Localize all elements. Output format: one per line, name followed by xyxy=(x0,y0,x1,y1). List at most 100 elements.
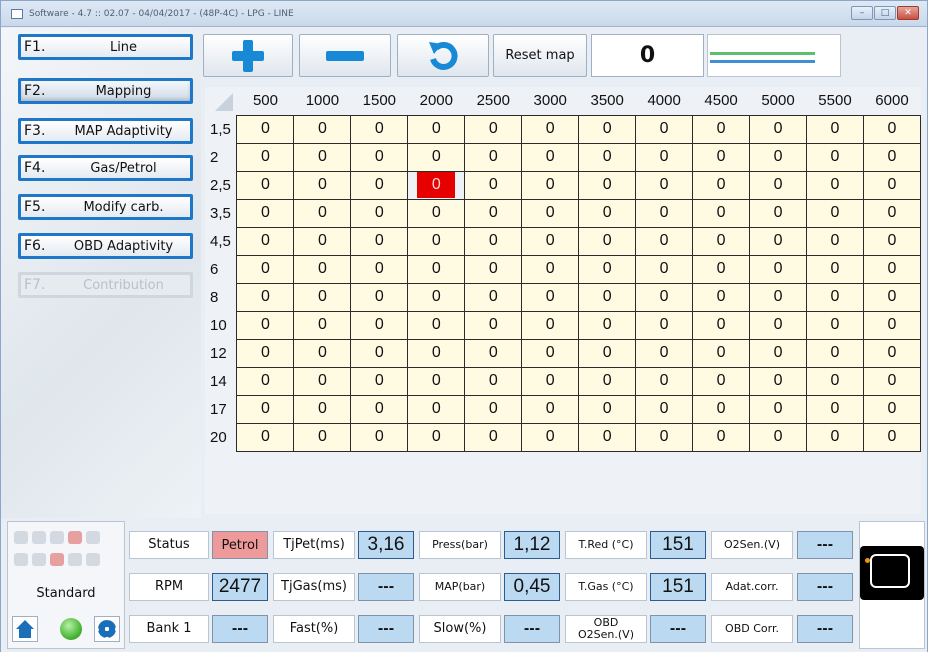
map-cell[interactable]: 0 xyxy=(407,338,466,368)
map-cell[interactable]: 0 xyxy=(692,338,751,368)
map-cell[interactable]: 0 xyxy=(350,198,409,228)
map-cell[interactable]: 0 xyxy=(862,198,922,228)
map-cell[interactable]: 0 xyxy=(464,254,523,284)
map-cell[interactable]: 0 xyxy=(635,366,694,396)
map-cell[interactable]: 0 xyxy=(521,310,580,340)
map-cell[interactable]: 0 xyxy=(293,254,352,284)
map-cell[interactable]: 0 xyxy=(635,338,694,368)
map-cell[interactable]: 0 xyxy=(749,170,808,200)
map-cell[interactable]: 0 xyxy=(692,282,751,312)
map-cell[interactable]: 0 xyxy=(806,226,864,256)
map-cell[interactable]: 0 xyxy=(862,422,922,452)
map-cell[interactable]: 0 xyxy=(350,310,409,340)
map-cell-selected[interactable]: 0 xyxy=(407,170,466,200)
menu-f4-gas-petrol[interactable]: F4. Gas/Petrol xyxy=(18,155,193,181)
map-cell[interactable]: 0 xyxy=(635,254,694,284)
map-cell[interactable]: 0 xyxy=(293,114,352,144)
map-cell[interactable]: 0 xyxy=(635,282,694,312)
map-cell[interactable]: 0 xyxy=(521,422,580,452)
map-cell[interactable]: 0 xyxy=(635,422,694,452)
map-cell[interactable]: 0 xyxy=(862,142,922,172)
map-cell[interactable]: 0 xyxy=(464,338,523,368)
map-cell[interactable]: 0 xyxy=(806,142,864,172)
map-cell[interactable]: 0 xyxy=(464,142,523,172)
map-cell[interactable]: 0 xyxy=(236,142,295,172)
menu-f1-line[interactable]: F1. Line xyxy=(18,34,193,60)
map-cell[interactable]: 0 xyxy=(806,170,864,200)
increment-button[interactable] xyxy=(203,34,293,77)
map-cell[interactable]: 0 xyxy=(293,226,352,256)
map-cell[interactable]: 0 xyxy=(236,170,295,200)
map-cell[interactable]: 0 xyxy=(293,394,352,424)
map-cell[interactable]: 0 xyxy=(350,422,409,452)
map-cell[interactable]: 0 xyxy=(635,198,694,228)
map-cell[interactable]: 0 xyxy=(749,422,808,452)
map-cell[interactable]: 0 xyxy=(293,366,352,396)
map-cell[interactable]: 0 xyxy=(350,114,409,144)
map-cell[interactable]: 0 xyxy=(350,338,409,368)
map-cell[interactable]: 0 xyxy=(635,142,694,172)
map-cell[interactable]: 0 xyxy=(293,422,352,452)
map-cell[interactable]: 0 xyxy=(236,338,295,368)
map-cell[interactable]: 0 xyxy=(578,310,637,340)
map-cell[interactable]: 0 xyxy=(635,114,694,144)
map-cell[interactable]: 0 xyxy=(578,422,637,452)
reset-map-button[interactable]: Reset map xyxy=(493,34,587,77)
map-cell[interactable]: 0 xyxy=(521,142,580,172)
map-cell[interactable]: 0 xyxy=(635,226,694,256)
map-cell[interactable]: 0 xyxy=(862,366,922,396)
map-cell[interactable]: 0 xyxy=(293,310,352,340)
map-cell[interactable]: 0 xyxy=(350,170,409,200)
map-cell[interactable]: 0 xyxy=(293,282,352,312)
map-cell[interactable]: 0 xyxy=(578,142,637,172)
menu-f2-mapping[interactable]: F2. Mapping xyxy=(18,78,193,104)
map-cell[interactable]: 0 xyxy=(407,142,466,172)
map-cell[interactable]: 0 xyxy=(578,170,637,200)
map-cell[interactable]: 0 xyxy=(692,422,751,452)
map-cell[interactable]: 0 xyxy=(578,394,637,424)
map-cell[interactable]: 0 xyxy=(862,282,922,312)
map-cell[interactable]: 0 xyxy=(464,394,523,424)
map-cell[interactable]: 0 xyxy=(578,254,637,284)
map-cell[interactable]: 0 xyxy=(464,310,523,340)
map-cell[interactable]: 0 xyxy=(806,114,864,144)
map-cell[interactable]: 0 xyxy=(635,170,694,200)
map-cell[interactable]: 0 xyxy=(521,114,580,144)
map-cell[interactable]: 0 xyxy=(862,310,922,340)
map-cell[interactable]: 0 xyxy=(464,422,523,452)
map-cell[interactable]: 0 xyxy=(692,170,751,200)
map-cell[interactable]: 0 xyxy=(862,114,922,144)
map-cell[interactable]: 0 xyxy=(862,338,922,368)
map-cell[interactable]: 0 xyxy=(236,114,295,144)
map-cell[interactable]: 0 xyxy=(521,170,580,200)
map-cell[interactable]: 0 xyxy=(407,394,466,424)
map-cell[interactable]: 0 xyxy=(464,366,523,396)
map-cell[interactable]: 0 xyxy=(692,114,751,144)
map-cell[interactable]: 0 xyxy=(692,254,751,284)
map-cell[interactable]: 0 xyxy=(749,142,808,172)
map-cell[interactable]: 0 xyxy=(407,422,466,452)
map-cell[interactable]: 0 xyxy=(635,310,694,340)
map-cell[interactable]: 0 xyxy=(293,198,352,228)
map-cell[interactable]: 0 xyxy=(692,226,751,256)
map-cell[interactable]: 0 xyxy=(806,198,864,228)
map-cell[interactable]: 0 xyxy=(407,226,466,256)
map-cell[interactable]: 0 xyxy=(350,254,409,284)
map-cell[interactable]: 0 xyxy=(407,310,466,340)
undo-button[interactable] xyxy=(397,34,489,77)
map-cell[interactable]: 0 xyxy=(749,310,808,340)
map-cell[interactable]: 0 xyxy=(350,394,409,424)
map-cell[interactable]: 0 xyxy=(236,366,295,396)
map-cell[interactable]: 0 xyxy=(293,142,352,172)
map-cell[interactable]: 0 xyxy=(806,254,864,284)
map-cell[interactable]: 0 xyxy=(862,394,922,424)
close-button[interactable]: ✕ xyxy=(897,6,919,20)
map-cell[interactable]: 0 xyxy=(464,282,523,312)
map-cell[interactable]: 0 xyxy=(521,366,580,396)
map-cell[interactable]: 0 xyxy=(350,282,409,312)
map-cell[interactable]: 0 xyxy=(806,282,864,312)
map-cell[interactable]: 0 xyxy=(350,366,409,396)
map-cell[interactable]: 0 xyxy=(407,198,466,228)
map-cell[interactable]: 0 xyxy=(749,394,808,424)
map-cell[interactable]: 0 xyxy=(692,198,751,228)
